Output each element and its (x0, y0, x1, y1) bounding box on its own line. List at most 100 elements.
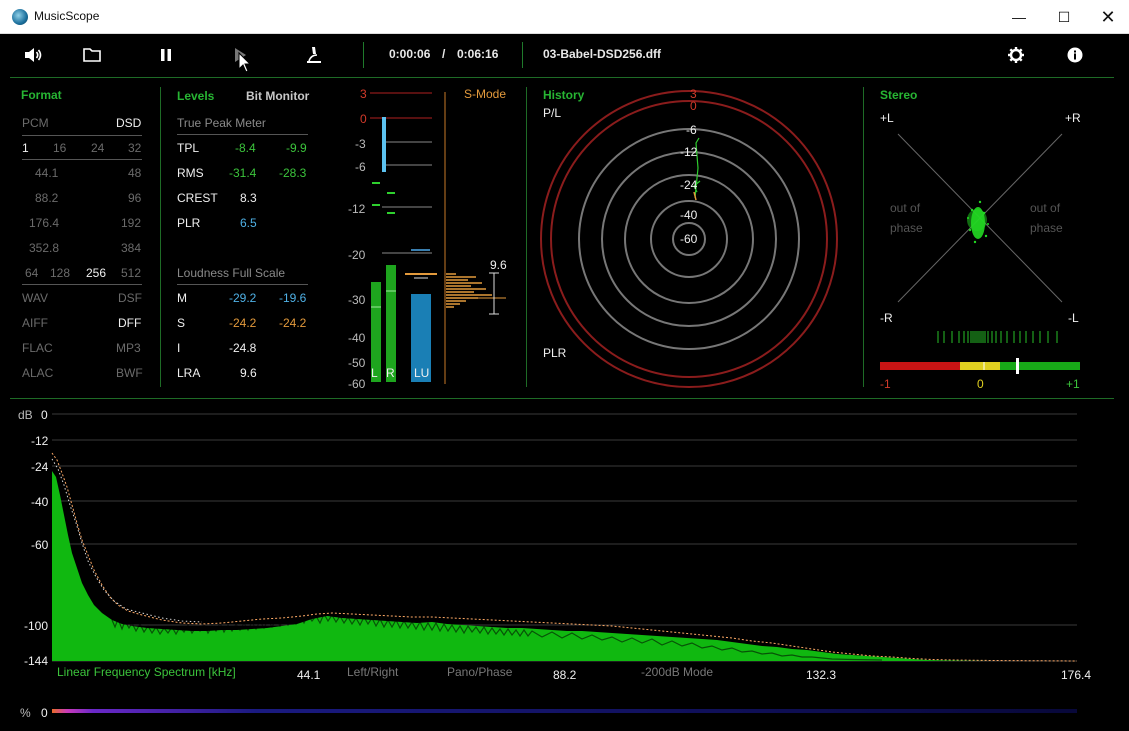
rms-left: -31.4 (229, 166, 257, 180)
tpl-left: -8.4 (235, 141, 256, 155)
spectrum-y-tick-minus24: -24 (31, 460, 49, 474)
s-right: -24.2 (279, 316, 307, 330)
rate-192: 192 (121, 216, 142, 230)
s-label: S (177, 316, 186, 330)
format-title: Format (21, 88, 62, 102)
rate-384: 384 (121, 241, 142, 255)
tpl-right: -9.9 (286, 141, 307, 155)
s-mode-label[interactable]: S-Mode (464, 87, 506, 101)
bit-depth-24: 24 (91, 141, 105, 155)
mouse-cursor-icon (238, 51, 252, 73)
bit-depth-32: 32 (128, 141, 142, 155)
spectrum-y-tick-minus12: -12 (31, 434, 49, 448)
x-tick-88-2: 88.2 (553, 668, 577, 682)
meter-tick-minus60: -60 (348, 377, 366, 391)
microscope-icon[interactable] (303, 44, 325, 66)
spectrum-mode-title[interactable]: Linear Frequency Spectrum [kHz] (57, 665, 236, 679)
dsd-256: 256 (86, 266, 107, 280)
spectrum-y-tick-0: 0 (41, 408, 48, 422)
ring-minus60: -60 (680, 232, 698, 246)
tab-levels[interactable]: Levels (177, 89, 214, 103)
meter-lu-label: LU (414, 366, 430, 380)
time-total: 0:06:16 (457, 47, 499, 61)
spectrum-y-tick-minus144: -144 (24, 654, 49, 668)
rate-48: 48 (128, 166, 142, 180)
close-button[interactable]: ✕ (1085, 0, 1129, 34)
lra-histogram-value: 9.6 (490, 258, 507, 272)
percent-bar (52, 709, 1077, 713)
file-wav: WAV (22, 291, 48, 305)
dsd-label: DSD (116, 116, 142, 130)
maximize-button[interactable]: ☐ (1041, 0, 1087, 34)
tab-bit-monitor[interactable]: Bit Monitor (246, 89, 309, 103)
s-left: -24.2 (229, 316, 257, 330)
crest-value: 8.3 (240, 191, 257, 205)
meter-bars (370, 92, 446, 384)
meter-r-label: R (386, 366, 395, 380)
time-elapsed: 0:00:06 (389, 47, 431, 61)
dsd-64: 64 (25, 266, 39, 280)
file-bwf: BWF (116, 366, 143, 380)
rms-label: RMS (177, 166, 204, 180)
time-separator: / (442, 47, 446, 61)
panel-divider (526, 87, 527, 387)
pause-icon[interactable] (155, 44, 177, 66)
x-tick-44-1: 44.1 (297, 668, 321, 682)
meter-tick-minus40: -40 (348, 331, 366, 345)
mode-left-right[interactable]: Left/Right (347, 665, 398, 679)
i-value: -24.8 (229, 341, 257, 355)
x-tick-132-3: 132.3 (806, 668, 837, 682)
m-right: -19.6 (279, 291, 307, 305)
percent-value: 0 (41, 706, 48, 720)
window-title: MusicScope (34, 9, 100, 23)
panel-divider (160, 87, 161, 387)
spectrum-y-tick-minus40: -40 (31, 495, 49, 509)
ring-0: 0 (690, 99, 697, 113)
mode-pano-phase[interactable]: Pano/Phase (447, 665, 512, 679)
ring-minus6: -6 (686, 123, 697, 137)
rate-44-1: 44.1 (35, 166, 59, 180)
goniometer (880, 133, 1080, 374)
dsd-512: 512 (121, 266, 142, 280)
mode-200db[interactable]: -200dB Mode (641, 665, 713, 679)
minimize-button[interactable]: — (996, 0, 1042, 34)
meter-tick-minus20: -20 (348, 248, 366, 262)
spectrum-plot (51, 413, 1078, 662)
file-dsf: DSF (118, 291, 142, 305)
lra-label: LRA (177, 366, 201, 380)
gear-icon[interactable] (1005, 44, 1027, 66)
spectrum-db-label: dB (18, 408, 33, 422)
spectrum-y-tick-minus100: -100 (24, 619, 49, 633)
stereo-title: Stereo (880, 88, 918, 102)
bit-depth-16: 16 (53, 141, 67, 155)
file-alac: ALAC (22, 366, 54, 380)
info-icon[interactable] (1064, 44, 1086, 66)
meter-tick-3: 3 (360, 87, 367, 101)
correlation-min: -1 (880, 377, 891, 391)
correlation-mid: 0 (977, 377, 984, 391)
file-flac: FLAC (22, 341, 53, 355)
meter-tick-minus6: -6 (355, 160, 366, 174)
file-aiff: AIFF (22, 316, 48, 330)
pcm-label: PCM (22, 116, 49, 130)
correlation-max: +1 (1066, 377, 1080, 391)
tpl-label: TPL (177, 141, 200, 155)
m-left: -29.2 (229, 291, 257, 305)
app-logo-icon (12, 9, 28, 25)
meter-tick-0: 0 (360, 112, 367, 126)
meter-tick-minus12: -12 (348, 202, 366, 216)
rate-352-8: 352.8 (29, 241, 60, 255)
x-tick-176-4: 176.4 (1061, 668, 1092, 682)
folder-icon[interactable] (81, 44, 103, 66)
spectrum-y-tick-minus60: -60 (31, 538, 49, 552)
window-titlebar: MusicScope — ☐ ✕ (0, 0, 1129, 34)
middle-divider (10, 398, 1114, 399)
speaker-icon[interactable] (22, 44, 44, 66)
i-label: I (177, 341, 181, 355)
toolbar-separator (363, 42, 364, 68)
ring-minus40: -40 (680, 208, 698, 222)
rate-96: 96 (128, 191, 142, 205)
toolbar-separator (522, 42, 523, 68)
meter-tick-minus30: -30 (348, 293, 366, 307)
bit-depth-1: 1 (22, 141, 29, 155)
